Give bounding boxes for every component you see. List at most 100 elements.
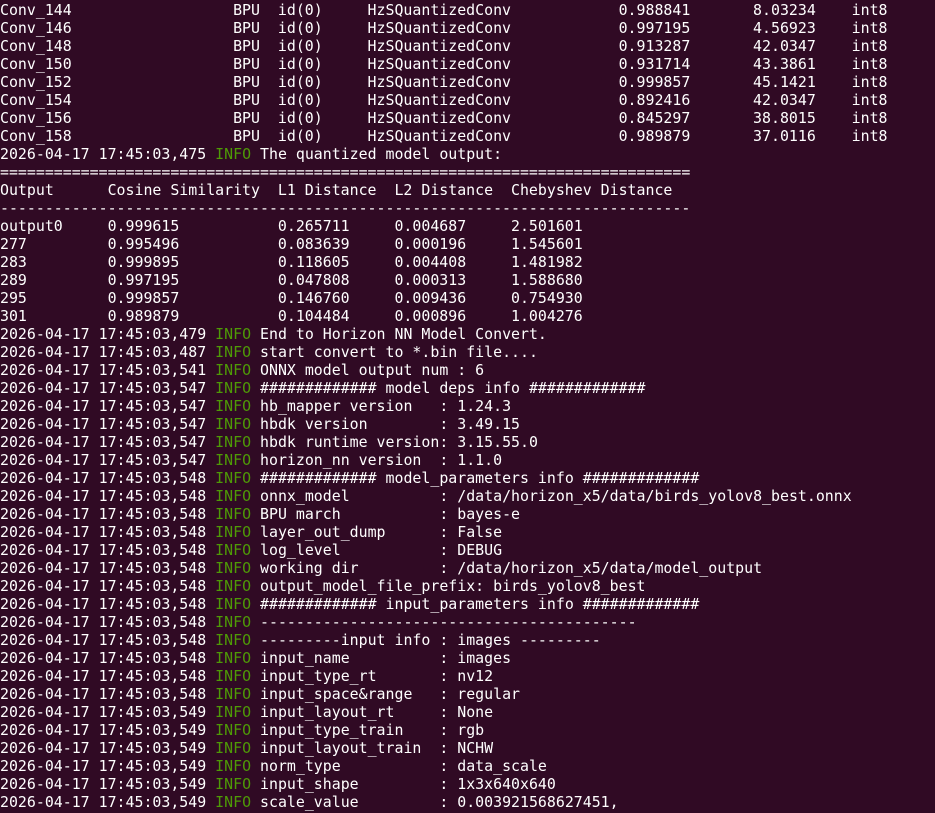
log-line: 2026-04-17 17:45:03,549 INFO input_type_… <box>0 721 935 739</box>
log-timestamp: 2026-04-17 17:45:03,547 <box>0 397 207 415</box>
table-row: 295 0.999857 0.146760 0.009436 0.754930 <box>0 289 583 307</box>
log-message: hbdk version : 3.49.15 <box>260 415 520 433</box>
log-line: 2026-04-17 17:45:03,549 INFO input_layou… <box>0 703 935 721</box>
log-message: input_shape : 1x3x640x640 <box>260 775 556 793</box>
log-message: ############# input_parameters info ####… <box>260 595 700 613</box>
log-timestamp: 2026-04-17 17:45:03,548 <box>0 541 207 559</box>
log-line: 2026-04-17 17:45:03,548 INFO onnx_model … <box>0 487 935 505</box>
log-level: INFO <box>215 415 252 433</box>
log-line: 2026-04-17 17:45:03,548 INFO BPU march :… <box>0 505 935 523</box>
log-level: INFO <box>215 451 252 469</box>
log-timestamp: 2026-04-17 17:45:03,548 <box>0 577 207 595</box>
log-line: 2026-04-17 17:45:03,548 INFO input_name … <box>0 649 935 667</box>
log-timestamp: 2026-04-17 17:45:03,548 <box>0 667 207 685</box>
layer-table: Conv_144 BPU id(0) HzSQuantizedConv 0.98… <box>0 1 935 145</box>
log-level: INFO <box>215 649 252 667</box>
log-level: INFO <box>215 739 252 757</box>
table-header: Output Cosine Similarity L1 Distance L2 … <box>0 181 673 199</box>
log-level: INFO <box>215 379 252 397</box>
table-rule-mid: ----------------------------------------… <box>0 199 691 217</box>
log-timestamp: 2026-04-17 17:45:03,549 <box>0 793 207 811</box>
terminal-window[interactable]: Conv_144 BPU id(0) HzSQuantizedConv 0.98… <box>0 0 935 813</box>
log-timestamp: 2026-04-17 17:45:03,548 <box>0 487 207 505</box>
log-timestamp: 2026-04-17 17:45:03,549 <box>0 757 207 775</box>
log-message: input_layout_rt : None <box>260 703 494 721</box>
log-level: INFO <box>215 613 252 631</box>
log-message: layer_out_dump : False <box>260 523 503 541</box>
layer-row: Conv_156 BPU id(0) HzSQuantizedConv 0.84… <box>0 109 888 127</box>
log-message: ---------input info : images --------- <box>260 631 601 649</box>
log-line: 2026-04-17 17:45:03,479 INFO End to Hori… <box>0 325 935 343</box>
log-message: BPU march : bayes-e <box>260 505 520 523</box>
log-timestamp: 2026-04-17 17:45:03,541 <box>0 361 207 379</box>
log-timestamp: 2026-04-17 17:45:03,548 <box>0 559 207 577</box>
log-timestamp: 2026-04-17 17:45:03,479 <box>0 325 207 343</box>
log-line: 2026-04-17 17:45:03,547 INFO hb_mapper v… <box>0 397 935 415</box>
log-line: 2026-04-17 17:45:03,548 INFO ###########… <box>0 469 935 487</box>
log-line: 2026-04-17 17:45:03,475 INFO The quantiz… <box>0 145 935 163</box>
log-level: INFO <box>215 685 252 703</box>
log-message: input_type_rt : nv12 <box>260 667 494 685</box>
table-rule-top: ========================================… <box>0 163 691 181</box>
log-line: 2026-04-17 17:45:03,549 INFO input_layou… <box>0 739 935 757</box>
log-timestamp: 2026-04-17 17:45:03,548 <box>0 685 207 703</box>
log-message: working dir : /data/horizon_x5/data/mode… <box>260 559 763 577</box>
log-level: INFO <box>215 397 252 415</box>
log-line: 2026-04-17 17:45:03,548 INFO working dir… <box>0 559 935 577</box>
log-level: INFO <box>215 145 252 163</box>
log-line: 2026-04-17 17:45:03,547 INFO hbdk versio… <box>0 415 935 433</box>
log-message: input_layout_train : NCHW <box>260 739 494 757</box>
log-timestamp: 2026-04-17 17:45:03,548 <box>0 523 207 541</box>
layer-row: Conv_150 BPU id(0) HzSQuantizedConv 0.93… <box>0 55 888 73</box>
log-line: 2026-04-17 17:45:03,547 INFO ###########… <box>0 379 935 397</box>
log-timestamp: 2026-04-17 17:45:03,548 <box>0 649 207 667</box>
log-level: INFO <box>215 325 252 343</box>
layer-row: Conv_158 BPU id(0) HzSQuantizedConv 0.98… <box>0 127 888 145</box>
log-timestamp: 2026-04-17 17:45:03,475 <box>0 145 207 163</box>
layer-row: Conv_146 BPU id(0) HzSQuantizedConv 0.99… <box>0 19 888 37</box>
log-message: ----------------------------------------… <box>260 613 637 631</box>
log-message: ONNX model output num : 6 <box>260 361 485 379</box>
log-message: start convert to *.bin file.... <box>260 343 538 361</box>
log-message: ############# model deps info ##########… <box>260 379 646 397</box>
log-line: 2026-04-17 17:45:03,547 INFO horizon_nn … <box>0 451 935 469</box>
log-message: horizon_nn version : 1.1.0 <box>260 451 503 469</box>
log-line: 2026-04-17 17:45:03,549 INFO norm_type :… <box>0 757 935 775</box>
log-line: 2026-04-17 17:45:03,548 INFO ---------in… <box>0 631 935 649</box>
log-line: 2026-04-17 17:45:03,548 INFO input_type_… <box>0 667 935 685</box>
log-level: INFO <box>215 361 252 379</box>
layer-row: Conv_152 BPU id(0) HzSQuantizedConv 0.99… <box>0 73 888 91</box>
log-timestamp: 2026-04-17 17:45:03,548 <box>0 505 207 523</box>
log-line: 2026-04-17 17:45:03,547 INFO hbdk runtim… <box>0 433 935 451</box>
log-message: log_level : DEBUG <box>260 541 503 559</box>
log-level: INFO <box>215 559 252 577</box>
log-message: ############# model_parameters info ####… <box>260 469 700 487</box>
log-timestamp: 2026-04-17 17:45:03,547 <box>0 415 207 433</box>
log-level: INFO <box>215 541 252 559</box>
log-level: INFO <box>215 757 252 775</box>
layer-row: Conv_144 BPU id(0) HzSQuantizedConv 0.98… <box>0 1 888 19</box>
layer-row: Conv_154 BPU id(0) HzSQuantizedConv 0.89… <box>0 91 888 109</box>
log-level: INFO <box>215 433 252 451</box>
table-row: 283 0.999895 0.118605 0.004408 1.481982 <box>0 253 583 271</box>
log-timestamp: 2026-04-17 17:45:03,549 <box>0 721 207 739</box>
log-line: 2026-04-17 17:45:03,548 INFO ###########… <box>0 595 935 613</box>
log-message: norm_type : data_scale <box>260 757 547 775</box>
log-level: INFO <box>215 595 252 613</box>
log-level: INFO <box>215 793 252 811</box>
log-line: 2026-04-17 17:45:03,548 INFO layer_out_d… <box>0 523 935 541</box>
log-timestamp: 2026-04-17 17:45:03,548 <box>0 469 207 487</box>
similarity-table: output0 0.999615 0.265711 0.004687 2.501… <box>0 217 935 325</box>
log-output: 2026-04-17 17:45:03,479 INFO End to Hori… <box>0 325 935 811</box>
log-line: 2026-04-17 17:45:03,548 INFO -----------… <box>0 613 935 631</box>
table-row: output0 0.999615 0.265711 0.004687 2.501… <box>0 217 583 235</box>
log-level: INFO <box>215 667 252 685</box>
log-timestamp: 2026-04-17 17:45:03,548 <box>0 631 207 649</box>
log-message: onnx_model : /data/horizon_x5/data/birds… <box>260 487 852 505</box>
log-level: INFO <box>215 721 252 739</box>
log-level: INFO <box>215 487 252 505</box>
log-message: input_space&range : regular <box>260 685 520 703</box>
log-message: End to Horizon NN Model Convert. <box>260 325 547 343</box>
log-timestamp: 2026-04-17 17:45:03,547 <box>0 379 207 397</box>
log-line: 2026-04-17 17:45:03,549 INFO scale_value… <box>0 793 935 811</box>
